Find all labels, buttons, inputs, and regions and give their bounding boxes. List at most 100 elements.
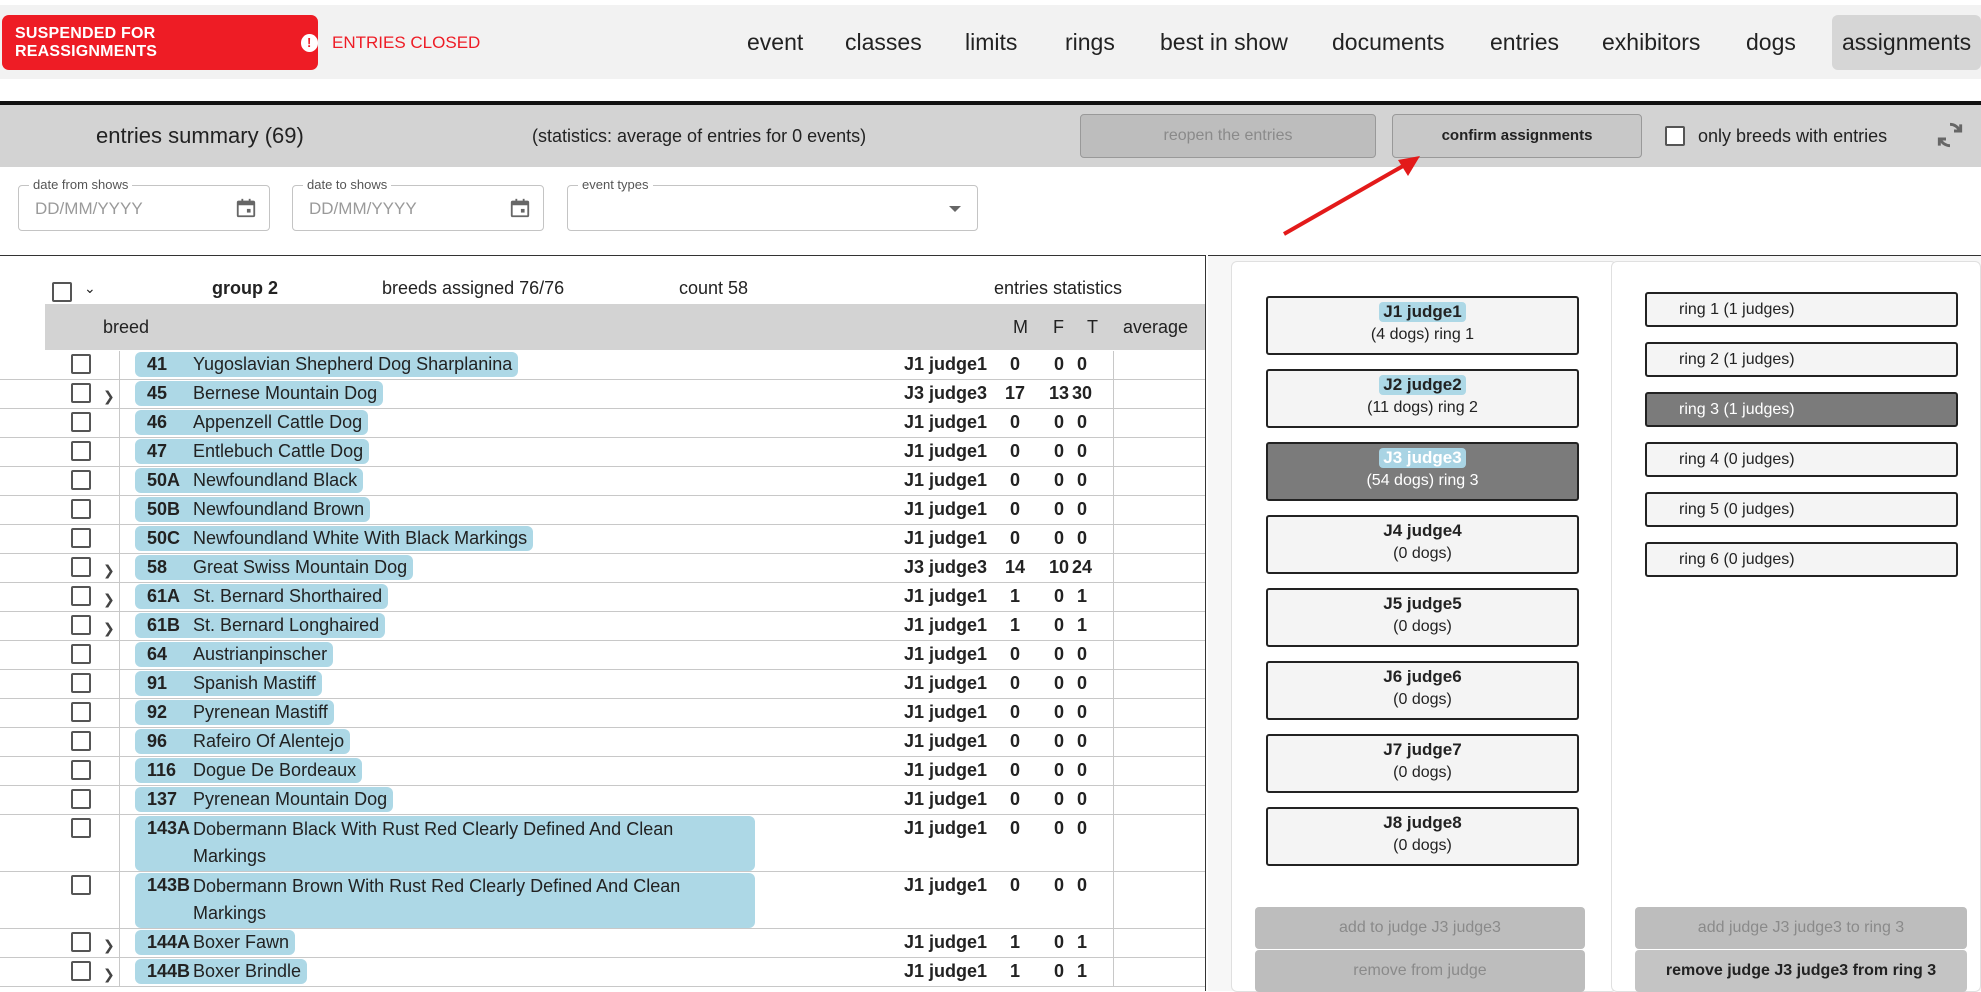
nav-best-in-show[interactable]: best in show xyxy=(1160,15,1288,70)
table-row[interactable]: 50C Newfoundland White With Black Marking… xyxy=(0,525,1205,554)
select-all-checkbox[interactable] xyxy=(52,282,72,302)
remove-from-judge-button[interactable]: remove from judge xyxy=(1255,950,1585,992)
date-from-input[interactable]: DD/MM/YYYY xyxy=(35,199,143,219)
breed-pill: 50B Newfoundland Brown xyxy=(135,497,371,522)
breed-code: 144A xyxy=(147,932,191,952)
table-row[interactable]: 96 Rafeiro Of Alentejo J1 judge1 0 0 0 xyxy=(0,728,1205,757)
breed-code: 50C xyxy=(147,528,181,548)
chevron-right-icon[interactable]: ❯ xyxy=(103,966,115,983)
only-breeds-checkbox[interactable] xyxy=(1665,126,1685,146)
col-breed: breed xyxy=(103,317,150,337)
judge-card[interactable]: J2 judge2 (11 dogs) ring 2 xyxy=(1266,369,1579,428)
count-male: 0 xyxy=(1009,499,1020,519)
table-row[interactable]: 64 Austrianpinscher J1 judge1 0 0 0 xyxy=(0,641,1205,670)
count-male: 0 xyxy=(1009,441,1020,461)
row-checkbox[interactable] xyxy=(71,383,91,403)
table-row[interactable]: 91 Spanish Mastiff J1 judge1 0 0 0 xyxy=(0,670,1205,699)
breed-pill: 41 Yugoslavian Shepherd Dog Sharplanina xyxy=(135,352,519,377)
row-checkbox[interactable] xyxy=(71,673,91,693)
table-row[interactable]: ❯ 58 Great Swiss Mountain Dog J3 judge3 14 10… xyxy=(0,554,1205,583)
row-checkbox[interactable] xyxy=(71,441,91,461)
count-male: 0 xyxy=(1009,818,1020,838)
nav-rings[interactable]: rings xyxy=(1065,15,1115,70)
assigned-judge: J1 judge1 xyxy=(904,412,988,432)
nav-exhibitors[interactable]: exhibitors xyxy=(1602,15,1700,70)
judge-card[interactable]: J7 judge7 (0 dogs) xyxy=(1266,734,1579,793)
chevron-down-icon[interactable] xyxy=(949,206,961,212)
refresh-icon[interactable] xyxy=(1934,119,1966,151)
table-row[interactable]: ❯ 45 Bernese Mountain Dog J3 judge3 17 13 30 xyxy=(0,380,1205,409)
row-checkbox[interactable] xyxy=(71,789,91,809)
date-to-input[interactable]: DD/MM/YYYY xyxy=(309,199,417,219)
calendar-icon[interactable] xyxy=(509,197,531,219)
judge-card[interactable]: J5 judge5 (0 dogs) xyxy=(1266,588,1579,647)
table-row[interactable]: ❯ 144B Boxer Brindle J1 judge1 1 0 1 xyxy=(0,958,1205,987)
ring-card[interactable]: ring 3 (1 judges) xyxy=(1645,392,1958,427)
table-row[interactable]: 116 Dogue De Bordeaux J1 judge1 0 0 0 xyxy=(0,757,1205,786)
ring-card[interactable]: ring 6 (0 judges) xyxy=(1645,542,1958,577)
row-checkbox[interactable] xyxy=(71,961,91,981)
table-row[interactable]: 47 Entlebuch Cattle Dog J1 judge1 0 0 0 xyxy=(0,438,1205,467)
table-row[interactable]: ❯ 61B St. Bernard Longhaired J1 judge1 1 0 1 xyxy=(0,612,1205,641)
table-row[interactable]: 143A Dobermann Black With Rust Red Clearl… xyxy=(0,815,1205,872)
chevron-down-icon[interactable]: ⌄ xyxy=(84,280,96,297)
chevron-right-icon[interactable]: ❯ xyxy=(103,388,115,405)
breed-name: Yugoslavian Shepherd Dog Sharplanina xyxy=(193,354,513,374)
row-checkbox[interactable] xyxy=(71,615,91,635)
table-row[interactable]: 137 Pyrenean Mountain Dog J1 judge1 0 0 0 xyxy=(0,786,1205,815)
table-row[interactable]: 92 Pyrenean Mastiff J1 judge1 0 0 0 xyxy=(0,699,1205,728)
calendar-icon[interactable] xyxy=(235,197,257,219)
judge-card[interactable]: J4 judge4 (0 dogs) xyxy=(1266,515,1579,574)
row-checkbox[interactable] xyxy=(71,470,91,490)
row-checkbox[interactable] xyxy=(71,644,91,664)
row-checkbox[interactable] xyxy=(71,557,91,577)
judge-card[interactable]: J3 judge3 (54 dogs) ring 3 xyxy=(1266,442,1579,501)
nav-assignments[interactable]: assignments xyxy=(1832,15,1981,70)
ring-card[interactable]: ring 5 (0 judges) xyxy=(1645,492,1958,527)
nav-documents[interactable]: documents xyxy=(1332,15,1445,70)
event-types-select[interactable]: event types xyxy=(567,177,978,231)
remove-judge-from-ring-button[interactable]: remove judge J3 judge3 from ring 3 xyxy=(1635,950,1967,992)
chevron-right-icon[interactable]: ❯ xyxy=(103,562,115,579)
row-checkbox[interactable] xyxy=(71,932,91,952)
nav-dogs[interactable]: dogs xyxy=(1746,15,1796,70)
nav-classes[interactable]: classes xyxy=(845,15,922,70)
row-checkbox[interactable] xyxy=(71,760,91,780)
row-checkbox[interactable] xyxy=(71,702,91,722)
date-to-label: date to shows xyxy=(303,177,392,192)
nav-entries[interactable]: entries xyxy=(1490,15,1559,70)
chevron-right-icon[interactable]: ❯ xyxy=(103,591,115,608)
summary-title: entries summary (69) xyxy=(96,123,304,148)
row-checkbox[interactable] xyxy=(71,499,91,519)
ring-card[interactable]: ring 1 (1 judges) xyxy=(1645,292,1958,327)
judge-card[interactable]: J1 judge1 (4 dogs) ring 1 xyxy=(1266,296,1579,355)
row-checkbox[interactable] xyxy=(71,528,91,548)
chevron-right-icon[interactable]: ❯ xyxy=(103,620,115,637)
table-row[interactable]: 50A Newfoundland Black J1 judge1 0 0 0 xyxy=(0,467,1205,496)
row-checkbox[interactable] xyxy=(71,875,91,895)
ring-card[interactable]: ring 4 (0 judges) xyxy=(1645,442,1958,477)
row-divider xyxy=(119,958,120,986)
table-row[interactable]: ❯ 144A Boxer Fawn J1 judge1 1 0 1 xyxy=(0,929,1205,958)
judge-card[interactable]: J8 judge8 (0 dogs) xyxy=(1266,807,1579,866)
nav-event[interactable]: event xyxy=(747,15,803,70)
table-row[interactable]: 46 Appenzell Cattle Dog J1 judge1 0 0 0 xyxy=(0,409,1205,438)
ring-card[interactable]: ring 2 (1 judges) xyxy=(1645,342,1958,377)
date-to-field[interactable]: date to shows DD/MM/YYYY xyxy=(292,177,544,231)
row-checkbox[interactable] xyxy=(71,731,91,751)
breed-pill: 144A Boxer Fawn xyxy=(135,930,296,955)
table-row[interactable]: 41 Yugoslavian Shepherd Dog Sharplanina J1… xyxy=(0,351,1205,380)
table-row[interactable]: 50B Newfoundland Brown J1 judge1 0 0 0 xyxy=(0,496,1205,525)
nav-limits[interactable]: limits xyxy=(965,15,1017,70)
row-checkbox[interactable] xyxy=(71,354,91,374)
row-checkbox[interactable] xyxy=(71,586,91,606)
add-judge-to-ring-button[interactable]: add judge J3 judge3 to ring 3 xyxy=(1635,907,1967,949)
date-from-field[interactable]: date from shows DD/MM/YYYY xyxy=(18,177,270,231)
add-to-judge-button[interactable]: add to judge J3 judge3 xyxy=(1255,907,1585,949)
table-row[interactable]: ❯ 61A St. Bernard Shorthaired J1 judge1 1 0 1 xyxy=(0,583,1205,612)
row-checkbox[interactable] xyxy=(71,412,91,432)
table-row[interactable]: 143B Dobermann Brown With Rust Red Clearl… xyxy=(0,872,1205,929)
judge-card[interactable]: J6 judge6 (0 dogs) xyxy=(1266,661,1579,720)
chevron-right-icon[interactable]: ❯ xyxy=(103,937,115,954)
row-checkbox[interactable] xyxy=(71,818,91,838)
